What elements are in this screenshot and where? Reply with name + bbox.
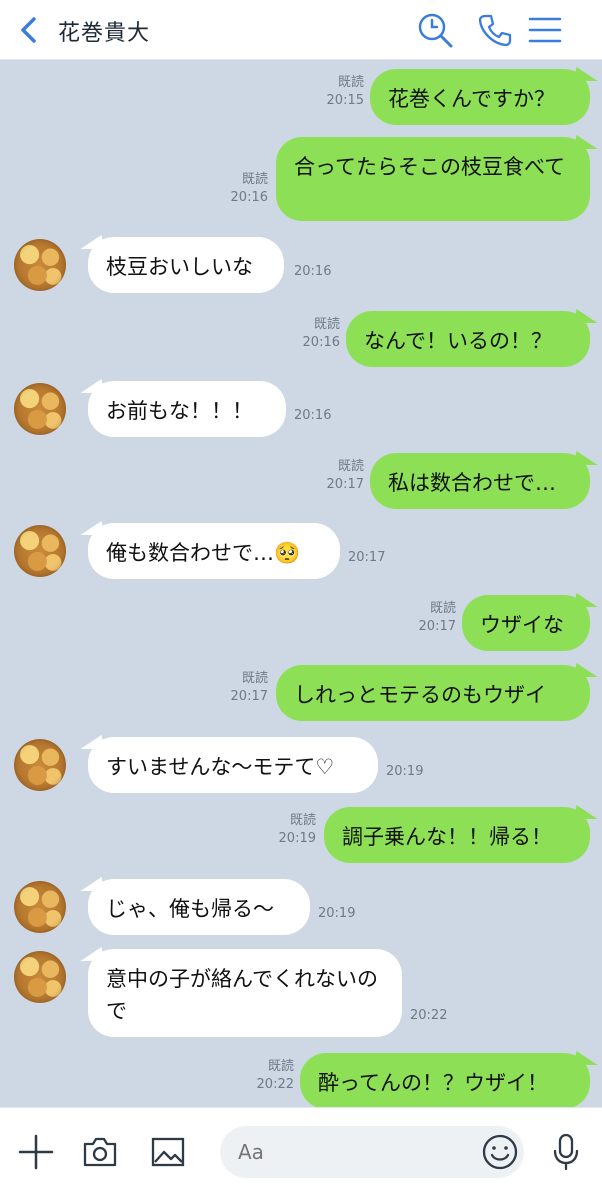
message-list[interactable]: 既読 20:15 花巻くんですか？ 既読 20:16 合ってたらそこの枝豆食べて… [0, 61, 602, 1109]
message-time: 20:15 [326, 93, 364, 108]
message-meta: 既読 20:16 [303, 316, 340, 352]
message-bubble[interactable]: 調子乗んな！！帰る！ [324, 807, 590, 863]
message-input[interactable] [220, 1126, 524, 1178]
message-time: 20:17 [326, 477, 364, 492]
message-bubble[interactable]: 花巻くんですか？ [370, 69, 590, 125]
image-button[interactable] [148, 1132, 188, 1172]
avatar[interactable] [14, 239, 66, 291]
camera-button[interactable] [80, 1132, 120, 1172]
message-bubble[interactable]: しれっとモテるのもウザイ [276, 665, 590, 721]
microphone-icon [553, 1133, 579, 1171]
message-outgoing: 既読 20:16 なんで！いるの！？ [0, 311, 602, 367]
message-time: 20:22 [256, 1077, 294, 1092]
search-button[interactable] [416, 11, 454, 49]
read-receipt: 既読 [241, 671, 268, 686]
read-receipt: 既読 [241, 172, 268, 187]
message-bubble[interactable]: ウザイな [462, 595, 590, 651]
message-bubble[interactable]: 枝豆おいしいな [88, 237, 284, 293]
message-outgoing: 既読 20:17 私は数合わせで… [0, 453, 602, 509]
search-icon [418, 13, 453, 48]
avatar[interactable] [14, 881, 66, 933]
message-outgoing: 既読 20:16 合ってたらそこの枝豆食べて [0, 137, 602, 221]
phone-icon [478, 14, 512, 47]
image-icon [151, 1137, 185, 1167]
message-time: 20:16 [302, 335, 340, 350]
menu-button[interactable] [526, 11, 564, 49]
plus-icon [18, 1134, 54, 1170]
message-time: 20:19 [278, 831, 316, 846]
message-meta: 既読 20:22 [257, 1058, 294, 1094]
camera-icon [83, 1137, 117, 1167]
read-receipt: 既読 [337, 75, 364, 90]
message-time: 20:16 [294, 408, 332, 423]
message-meta: 既読 20:17 [327, 458, 364, 494]
message-incoming: 意中の子が絡んでくれないので 20:22 [0, 949, 602, 1037]
message-incoming: すいませんな〜モテて♡ 20:19 [0, 737, 602, 793]
message-meta: 既読 20:17 [231, 670, 268, 706]
message-bubble[interactable]: なんで！いるの！？ [346, 311, 590, 367]
message-meta: 既読 20:17 [419, 600, 456, 636]
message-bubble[interactable]: すいませんな〜モテて♡ [88, 737, 378, 793]
read-receipt: 既読 [313, 317, 340, 332]
message-bubble[interactable]: 俺も数合わせで…🥺 [88, 523, 340, 579]
message-meta: 既読 20:19 [279, 812, 316, 848]
avatar[interactable] [14, 525, 66, 577]
back-button[interactable] [14, 14, 46, 46]
message-time: 20:19 [386, 764, 424, 779]
message-outgoing: 既読 20:19 調子乗んな！！帰る！ [0, 807, 602, 863]
avatar[interactable] [14, 739, 66, 791]
message-incoming: じゃ、俺も帰る〜 20:19 [0, 879, 602, 935]
smiley-icon [482, 1134, 518, 1170]
read-receipt: 既読 [429, 601, 456, 616]
message-outgoing: 既読 20:17 しれっとモテるのもウザイ [0, 665, 602, 721]
message-incoming: 俺も数合わせで…🥺 20:17 [0, 523, 602, 579]
call-button[interactable] [476, 11, 514, 49]
message-time: 20:19 [318, 906, 356, 921]
chevron-left-icon [21, 17, 36, 43]
message-time: 20:17 [348, 550, 386, 565]
message-outgoing: 既読 20:22 酔ってんの！？ウザイ！ [0, 1053, 602, 1109]
message-outgoing: 既読 20:15 花巻くんですか？ [0, 69, 602, 125]
chat-title: 花巻貴大 [58, 21, 151, 46]
message-meta: 既読 20:15 [327, 74, 364, 110]
message-time: 20:17 [418, 619, 456, 634]
add-button[interactable] [16, 1132, 56, 1172]
message-input-bar [0, 1107, 602, 1201]
chat-header: 花巻貴大 [0, 0, 602, 60]
emoji-button[interactable] [480, 1132, 520, 1172]
read-receipt: 既読 [289, 813, 316, 828]
message-time: 20:16 [230, 190, 268, 205]
avatar[interactable] [14, 383, 66, 435]
avatar[interactable] [14, 951, 66, 1003]
message-time: 20:22 [410, 1008, 448, 1023]
message-time: 20:16 [294, 264, 332, 279]
message-bubble[interactable]: じゃ、俺も帰る〜 [88, 879, 310, 935]
message-incoming: 枝豆おいしいな 20:16 [0, 237, 602, 293]
message-bubble[interactable]: 意中の子が絡んでくれないので [88, 949, 402, 1037]
message-meta: 既読 20:16 [231, 171, 268, 207]
message-bubble[interactable]: 合ってたらそこの枝豆食べて [276, 137, 590, 221]
read-receipt: 既読 [267, 1059, 294, 1074]
message-bubble[interactable]: お前もな！！！ [88, 381, 286, 437]
message-incoming: お前もな！！！ 20:16 [0, 381, 602, 437]
read-receipt: 既読 [337, 459, 364, 474]
hamburger-menu-icon [528, 17, 562, 43]
message-outgoing: 既読 20:17 ウザイな [0, 595, 602, 651]
message-bubble[interactable]: 私は数合わせで… [370, 453, 590, 509]
message-bubble[interactable]: 酔ってんの！？ウザイ！ [300, 1053, 590, 1109]
message-time: 20:17 [230, 689, 268, 704]
voice-button[interactable] [546, 1132, 586, 1172]
